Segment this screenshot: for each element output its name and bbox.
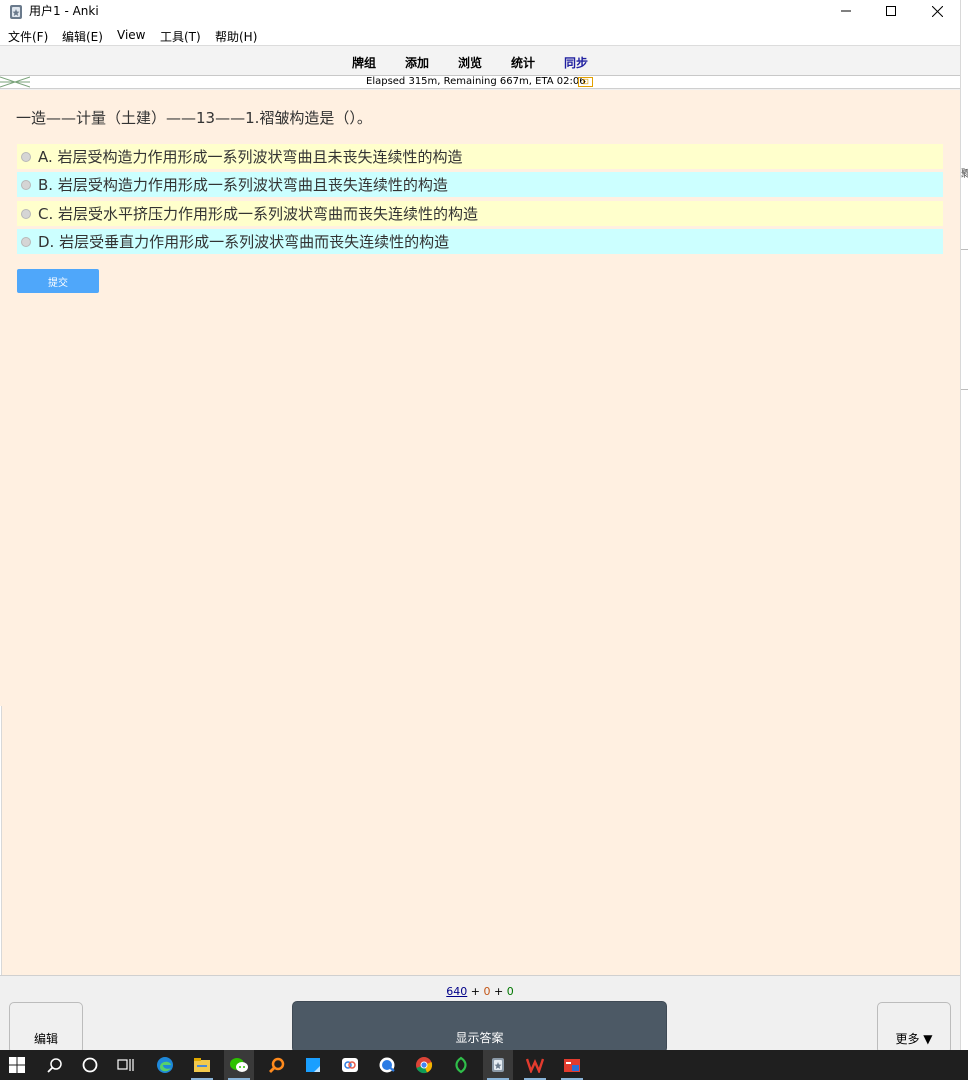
progress-bar: Elapsed 315m, Remaining 667m, ETA 02:06 …: [0, 76, 960, 89]
progress-text: Elapsed 315m, Remaining 667m, ETA 02:06: [366, 76, 586, 87]
everything-search-icon[interactable]: [262, 1050, 292, 1080]
anki-taskbar-icon[interactable]: [483, 1050, 513, 1080]
radio-a[interactable]: [21, 151, 31, 162]
chrome-icon[interactable]: [409, 1050, 439, 1080]
maximize-icon: [886, 6, 896, 16]
more-button[interactable]: 更多 ▼: [877, 1002, 951, 1054]
progress-marker-icon: [0, 76, 30, 88]
windows-start-icon[interactable]: [2, 1050, 32, 1080]
edge-browser-icon[interactable]: [150, 1050, 180, 1080]
submit-button[interactable]: 提交: [17, 269, 99, 293]
window-title-bar: 用户1 - Anki: [0, 0, 960, 26]
toolbar-browse[interactable]: 浏览: [458, 54, 482, 71]
option-b[interactable]: B. 岩层受构造力作用形成一系列波状弯曲且丧失连续性的构造: [17, 172, 943, 197]
windows-taskbar: [0, 1050, 968, 1080]
close-button[interactable]: [914, 0, 960, 22]
question-text: 一造——计量（土建）——13——1.褶皱构造是（）。: [16, 109, 372, 127]
edit-button[interactable]: 编辑: [9, 1002, 83, 1054]
count-separator: +: [470, 985, 480, 998]
green-app-icon[interactable]: [446, 1050, 476, 1080]
count-review: 0: [506, 985, 514, 998]
cortana-icon[interactable]: [75, 1050, 105, 1080]
show-answer-button[interactable]: 显示答案: [292, 1001, 667, 1053]
wechat-icon[interactable]: [224, 1050, 254, 1080]
right-edge-glyph: 鄹: [961, 169, 968, 180]
more-button-label: 更多 ▼: [895, 1032, 933, 1046]
show-answer-label: 显示答案: [455, 1031, 504, 1045]
radio-c[interactable]: [21, 208, 31, 219]
option-a-label: A. 岩层受构造力作用形成一系列波状弯曲且未丧失连续性的构造: [38, 148, 463, 166]
toolbar-add[interactable]: 添加: [405, 54, 429, 71]
menu-bar: 文件(F) 编辑(E) View 工具(T) 帮助(H): [0, 26, 960, 45]
task-view-icon[interactable]: [111, 1050, 141, 1080]
card-view: 一造——计量（土建）——13——1.褶皱构造是（）。 A. 岩层受构造力作用形成…: [0, 90, 960, 976]
anki-app-icon: [10, 5, 22, 19]
option-d-label: D. 岩层受垂直力作用形成一系列波状弯曲而丧失连续性的构造: [38, 233, 450, 251]
file-explorer-icon[interactable]: [187, 1050, 217, 1080]
baidu-netdisk-icon[interactable]: [335, 1050, 365, 1080]
radio-d[interactable]: [21, 236, 31, 247]
main-toolbar: 牌组 添加 浏览 统计 同步: [0, 45, 960, 76]
option-c-label: C. 岩层受水平挤压力作用形成一系列波状弯曲而丧失连续性的构造: [38, 205, 479, 223]
close-icon: [931, 5, 943, 17]
count-learning: 0: [483, 985, 491, 998]
menu-file[interactable]: 文件(F): [8, 28, 48, 45]
toolbar-sync[interactable]: 同步: [564, 54, 588, 71]
count-new[interactable]: 640: [446, 985, 467, 998]
right-edge-divider: [961, 249, 968, 250]
count-separator: +: [494, 985, 504, 998]
option-b-label: B. 岩层受构造力作用形成一系列波状弯曲且丧失连续性的构造: [38, 176, 448, 194]
edit-button-label: 编辑: [33, 1032, 58, 1046]
menu-view[interactable]: View: [117, 28, 145, 42]
left-edge-panel: [0, 706, 2, 976]
due-counts: 640 + 0 + 0: [0, 985, 960, 998]
radio-b[interactable]: [21, 179, 31, 190]
wps-office-icon[interactable]: [520, 1050, 550, 1080]
minimize-icon: [841, 10, 851, 12]
window-title: 用户1 - Anki: [29, 4, 99, 18]
option-a[interactable]: A. 岩层受构造力作用形成一系列波状弯曲且未丧失连续性的构造: [17, 144, 943, 169]
toolbar-stats[interactable]: 统计: [511, 54, 535, 71]
notes-app-icon[interactable]: [298, 1050, 328, 1080]
qq-browser-icon[interactable]: [372, 1050, 402, 1080]
toolbar-decks[interactable]: 牌组: [352, 54, 376, 71]
maximize-button[interactable]: [868, 0, 914, 22]
menu-tools[interactable]: 工具(T): [160, 28, 201, 45]
search-icon[interactable]: [40, 1050, 70, 1080]
menu-help[interactable]: 帮助(H): [215, 28, 257, 45]
minimize-button[interactable]: [823, 0, 869, 22]
option-c[interactable]: C. 岩层受水平挤压力作用形成一系列波状弯曲而丧失连续性的构造: [17, 201, 943, 226]
review-bottom-bar: 640 + 0 + 0 编辑 显示答案 更多 ▼: [0, 975, 960, 1054]
right-edge-divider: [961, 389, 968, 390]
option-d[interactable]: D. 岩层受垂直力作用形成一系列波状弯曲而丧失连续性的构造: [17, 229, 943, 254]
red-app-icon[interactable]: [557, 1050, 587, 1080]
timer-icon[interactable]: ⊡: [578, 77, 593, 87]
right-edge-panel: [960, 0, 968, 1050]
menu-edit[interactable]: 编辑(E): [62, 28, 103, 45]
